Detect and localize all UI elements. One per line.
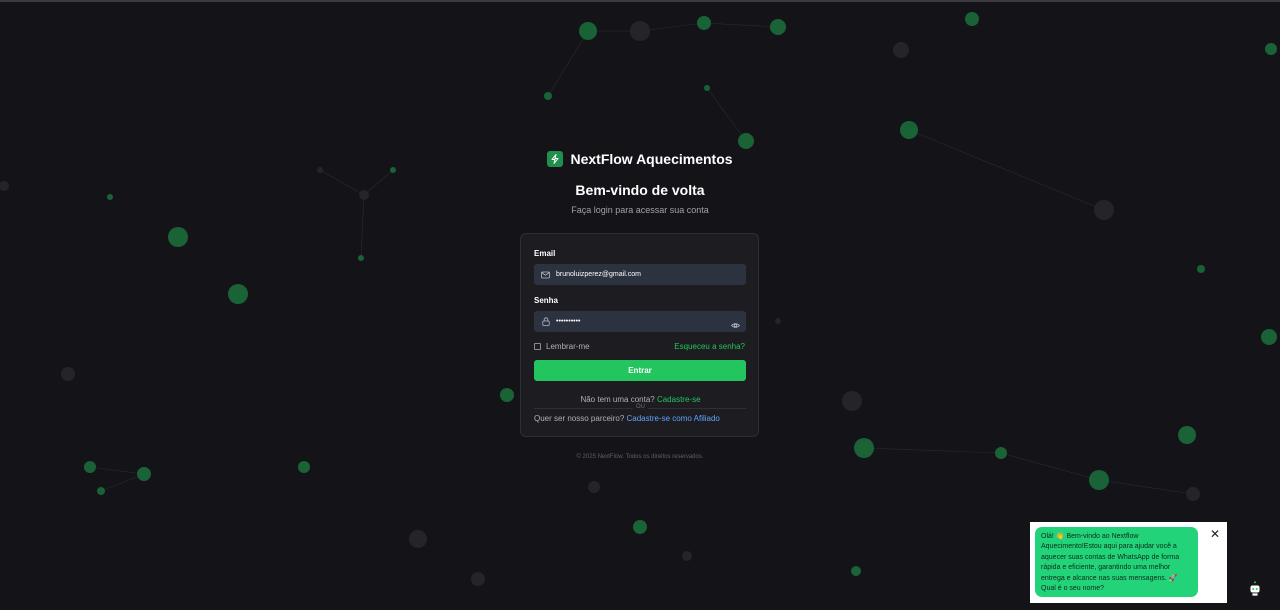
login-card: Email brunoluizperez@gmail.com Senha •••…	[520, 233, 759, 437]
login-page: NextFlow Aquecimentos Bem-vindo de volta…	[0, 0, 1280, 610]
login-button[interactable]: Entrar	[534, 360, 746, 381]
remember-checkbox[interactable]	[534, 343, 541, 350]
mail-icon	[541, 270, 550, 279]
page-subtitle: Faça login para acessar sua conta	[571, 205, 709, 215]
password-value: ••••••••••	[556, 318, 581, 325]
brand-header: NextFlow Aquecimentos	[0, 151, 1280, 167]
signup-prompt-text: Não tem uma conta?	[580, 395, 655, 404]
affiliate-prompt: Quer ser nosso parceiro? Cadastre-se com…	[534, 414, 720, 423]
signup-prompt: Não tem uma conta? Cadastre-se	[521, 395, 760, 404]
eye-icon[interactable]	[730, 317, 741, 328]
close-icon[interactable]: ✕	[1210, 528, 1220, 540]
brand-name: NextFlow Aquecimentos	[570, 151, 733, 167]
password-field[interactable]: ••••••••••	[534, 311, 746, 332]
signup-link[interactable]: Cadastre-se	[657, 395, 701, 404]
password-label: Senha	[534, 296, 559, 305]
lightning-icon	[547, 151, 564, 167]
affiliate-link[interactable]: Cadastre-se como Afiliado	[627, 414, 720, 423]
chat-popup: Olá! 👋 Bem-vindo ao Nextflow Aquecimento…	[1030, 522, 1227, 603]
email-field[interactable]: brunoluizperez@gmail.com	[534, 264, 746, 285]
divider-text: OU	[633, 404, 648, 410]
chatbot-icon[interactable]	[1246, 580, 1264, 598]
forgot-password-link[interactable]: Esqueceu a senha?	[674, 342, 745, 351]
page-title: Bem-vindo de volta	[575, 182, 705, 198]
lock-icon	[541, 317, 550, 326]
chat-message: Olá! 👋 Bem-vindo ao Nextflow Aquecimento…	[1035, 527, 1198, 597]
divider-label: OU	[521, 404, 760, 410]
affiliate-prompt-text: Quer ser nosso parceiro?	[534, 414, 625, 423]
email-label: Email	[534, 249, 556, 258]
email-value: brunoluizperez@gmail.com	[556, 271, 641, 278]
footer-copyright: © 2025 NextFlow. Todos os direitos reser…	[576, 454, 704, 460]
remember-label: Lembrar-me	[546, 342, 590, 351]
remember-me: Lembrar-me	[534, 342, 590, 351]
